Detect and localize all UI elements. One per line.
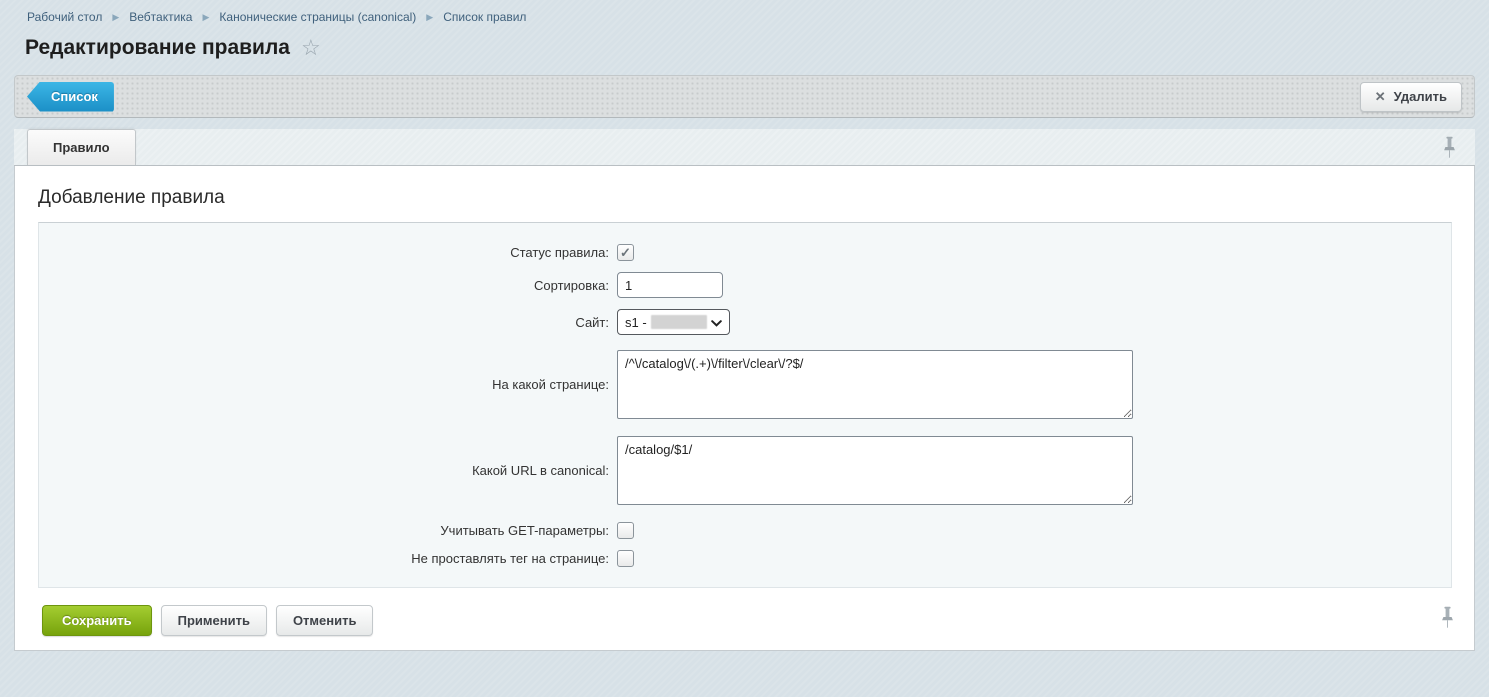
delete-button-label: Удалить [1394,89,1447,104]
content-panel: Добавление правила Статус правила: ✓ Сор… [14,166,1475,651]
save-button[interactable]: Сохранить [42,605,152,636]
get-params-checkbox[interactable] [617,522,634,539]
breadcrumb-item-rule-list[interactable]: Список правил [443,10,526,24]
breadcrumb-item-webtactics[interactable]: Вебтактика [129,10,192,24]
apply-button[interactable]: Применить [161,605,267,636]
form-box: Статус правила: ✓ Сортировка: Сайт: s1 - [38,222,1452,588]
back-to-list-button[interactable]: Список [27,82,114,112]
sort-label: Сортировка: [39,278,609,293]
page-pattern-label: На какой странице: [39,377,609,392]
breadcrumb-arrow-icon: ▶ [426,12,433,23]
form-row-get-params: Учитывать GET-параметры: [39,522,1451,539]
tab-strip: Правило [14,129,1475,166]
breadcrumb-item-desktop[interactable]: Рабочий стол [27,10,102,24]
title-row: Редактирование правила ☆ [25,36,1489,60]
form-row-status: Статус правила: ✓ [39,244,1451,261]
site-select-value: s1 - [625,315,647,330]
form-row-canonical-url: Какой URL в canonical: /catalog/$1/ [39,436,1451,505]
chevron-down-icon [711,315,722,330]
canonical-url-textarea[interactable]: /catalog/$1/ [617,436,1133,505]
form-row-no-tag: Не проставлять тег на странице: [39,550,1451,567]
site-select[interactable]: s1 - [617,309,730,335]
tab-rule[interactable]: Правило [27,129,136,165]
footer-buttons: Сохранить Применить Отменить [42,605,1474,636]
breadcrumb-item-canonical-pages[interactable]: Канонические страницы (canonical) [219,10,416,24]
toolbar: Список ✕ Удалить [14,75,1475,118]
form-row-page-pattern: На какой странице: /^\/catalog\/(.+)\/fi… [39,350,1451,419]
favorite-star-icon[interactable]: ☆ [301,37,321,59]
site-label: Сайт: [39,315,609,330]
no-tag-checkbox[interactable] [617,550,634,567]
pin-icon[interactable] [1443,136,1456,164]
form-row-sort: Сортировка: [39,272,1451,298]
pin-icon[interactable] [1441,606,1454,634]
no-tag-label: Не проставлять тег на странице: [39,551,609,566]
redacted-site-name [651,315,707,329]
status-checkbox[interactable]: ✓ [617,244,634,261]
page: Рабочий стол ▶ Вебтактика ▶ Канонические… [0,0,1489,697]
form-row-site: Сайт: s1 - [39,309,1451,335]
form-heading: Добавление правила [15,166,1474,209]
delete-button[interactable]: ✕ Удалить [1360,82,1462,112]
close-icon: ✕ [1375,89,1386,105]
breadcrumb-arrow-icon: ▶ [202,12,209,23]
canonical-url-label: Какой URL в canonical: [39,463,609,478]
get-params-label: Учитывать GET-параметры: [39,523,609,538]
breadcrumb: Рабочий стол ▶ Вебтактика ▶ Канонические… [0,0,1489,24]
page-title: Редактирование правила [25,36,290,60]
sort-input[interactable] [617,272,723,298]
page-pattern-textarea[interactable]: /^\/catalog\/(.+)\/filter\/clear\/?$/ [617,350,1133,419]
breadcrumb-arrow-icon: ▶ [112,12,119,23]
cancel-button[interactable]: Отменить [276,605,374,636]
status-label: Статус правила: [39,245,609,260]
